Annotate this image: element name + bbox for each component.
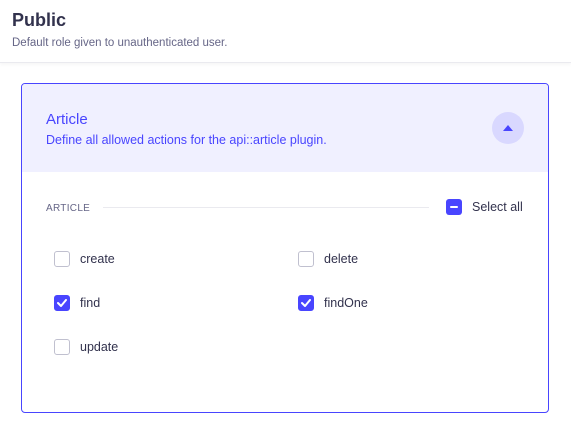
permission-delete[interactable]: delete (298, 249, 358, 269)
select-all-label: Select all (472, 200, 523, 214)
permission-findone[interactable]: findOne (298, 293, 368, 313)
role-description: Default role given to unauthenticated us… (12, 37, 228, 49)
permission-label: update (80, 340, 119, 354)
role-title: Public (12, 10, 67, 30)
check-icon (301, 299, 311, 307)
permission-find[interactable]: find (54, 293, 100, 313)
plugin-description: Define all allowed actions for the api::… (46, 133, 327, 147)
checkbox[interactable] (298, 251, 314, 267)
checkbox-checked[interactable] (54, 295, 70, 311)
section-divider (103, 207, 429, 208)
permission-label: find (80, 296, 101, 310)
section-label: ARTICLE (46, 203, 91, 214)
permission-create[interactable]: create (54, 249, 115, 269)
checkbox-checked[interactable] (298, 295, 314, 311)
select-all-checkbox[interactable]: Select all (446, 197, 523, 217)
indeterminate-checkbox-icon[interactable] (446, 199, 462, 215)
chevron-up-icon (503, 125, 513, 131)
plugin-accordion-header[interactable]: Article Define all allowed actions for t… (22, 84, 548, 172)
permission-label: findOne (324, 296, 368, 310)
permission-update[interactable]: update (54, 337, 118, 357)
permission-label: delete (324, 252, 359, 266)
checkbox[interactable] (54, 339, 70, 355)
plugin-name: Article (46, 111, 88, 128)
check-icon (57, 299, 67, 307)
permission-label: create (80, 252, 115, 266)
checkbox[interactable] (54, 251, 70, 267)
plugin-permissions-card: Article Define all allowed actions for t… (21, 83, 549, 413)
collapse-button[interactable] (492, 112, 524, 144)
page-header: Public Default role given to unauthentic… (0, 0, 571, 63)
